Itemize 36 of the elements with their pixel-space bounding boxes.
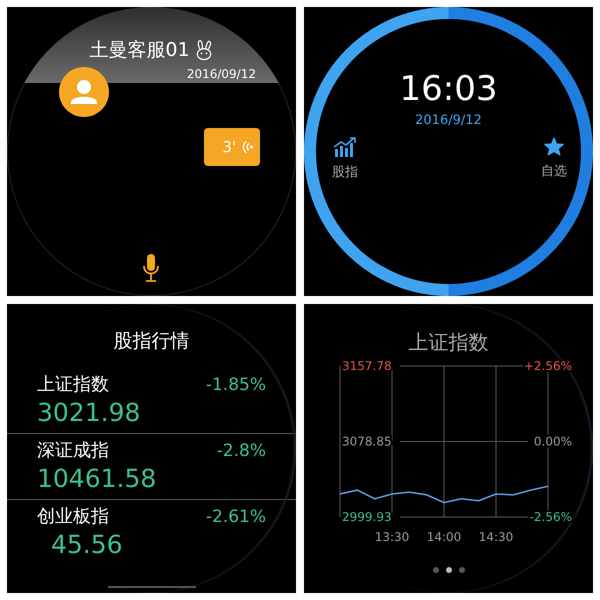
x-axis-label: 14:00 <box>426 530 462 544</box>
index-name: 深证成指 <box>37 439 109 462</box>
index-name: 创业板指 <box>37 505 109 528</box>
percent-label: -2.56% <box>530 510 572 524</box>
page-dot[interactable] <box>458 567 464 573</box>
index-row[interactable]: 创业板指 -2.61% 45.56 <box>7 500 296 565</box>
y-axis-label: 3078.85 <box>342 434 392 448</box>
index-change: -2.61% <box>206 507 266 527</box>
shortcut-button[interactable]: 股指 <box>332 137 358 181</box>
screen-title: 上证指数 <box>408 329 490 356</box>
avatar-icon <box>59 67 109 117</box>
y-axis-label: 3157.78 <box>342 360 392 373</box>
x-axis-label: 13:30 <box>374 530 410 544</box>
index-row[interactable]: 上证指数 -1.85% 3021.98 <box>7 368 296 434</box>
contact-name: 土曼客服01 <box>89 38 190 63</box>
star-icon <box>544 137 564 156</box>
index-change: -1.85% <box>206 375 266 395</box>
y-axis-label: 2999.93 <box>342 510 392 524</box>
rising-chart-icon <box>333 137 357 157</box>
index-name: 上证指数 <box>37 373 109 396</box>
microphone-icon[interactable] <box>141 253 161 283</box>
clock-date: 2016/9/12 <box>415 113 482 128</box>
clock-time: 16:03 <box>400 69 498 109</box>
screen-title: 股指行情 <box>114 329 190 354</box>
page-dot[interactable] <box>446 567 452 573</box>
index-value: 45.56 <box>50 530 124 559</box>
chat-date: 2016/09/12 <box>186 67 256 81</box>
page-dot[interactable] <box>432 567 438 573</box>
index-value: 3021.98 <box>37 398 142 427</box>
index-value: 10461.58 <box>37 464 158 493</box>
index-change: -2.8% <box>216 441 266 461</box>
percent-label: +2.56% <box>524 360 572 373</box>
index-row[interactable]: 深证成指 -2.8% 10461.58 <box>7 434 296 500</box>
sound-wave-icon <box>242 140 254 154</box>
x-axis-label: 14:30 <box>478 530 514 544</box>
shortcut-button[interactable]: 自选 <box>541 137 567 181</box>
